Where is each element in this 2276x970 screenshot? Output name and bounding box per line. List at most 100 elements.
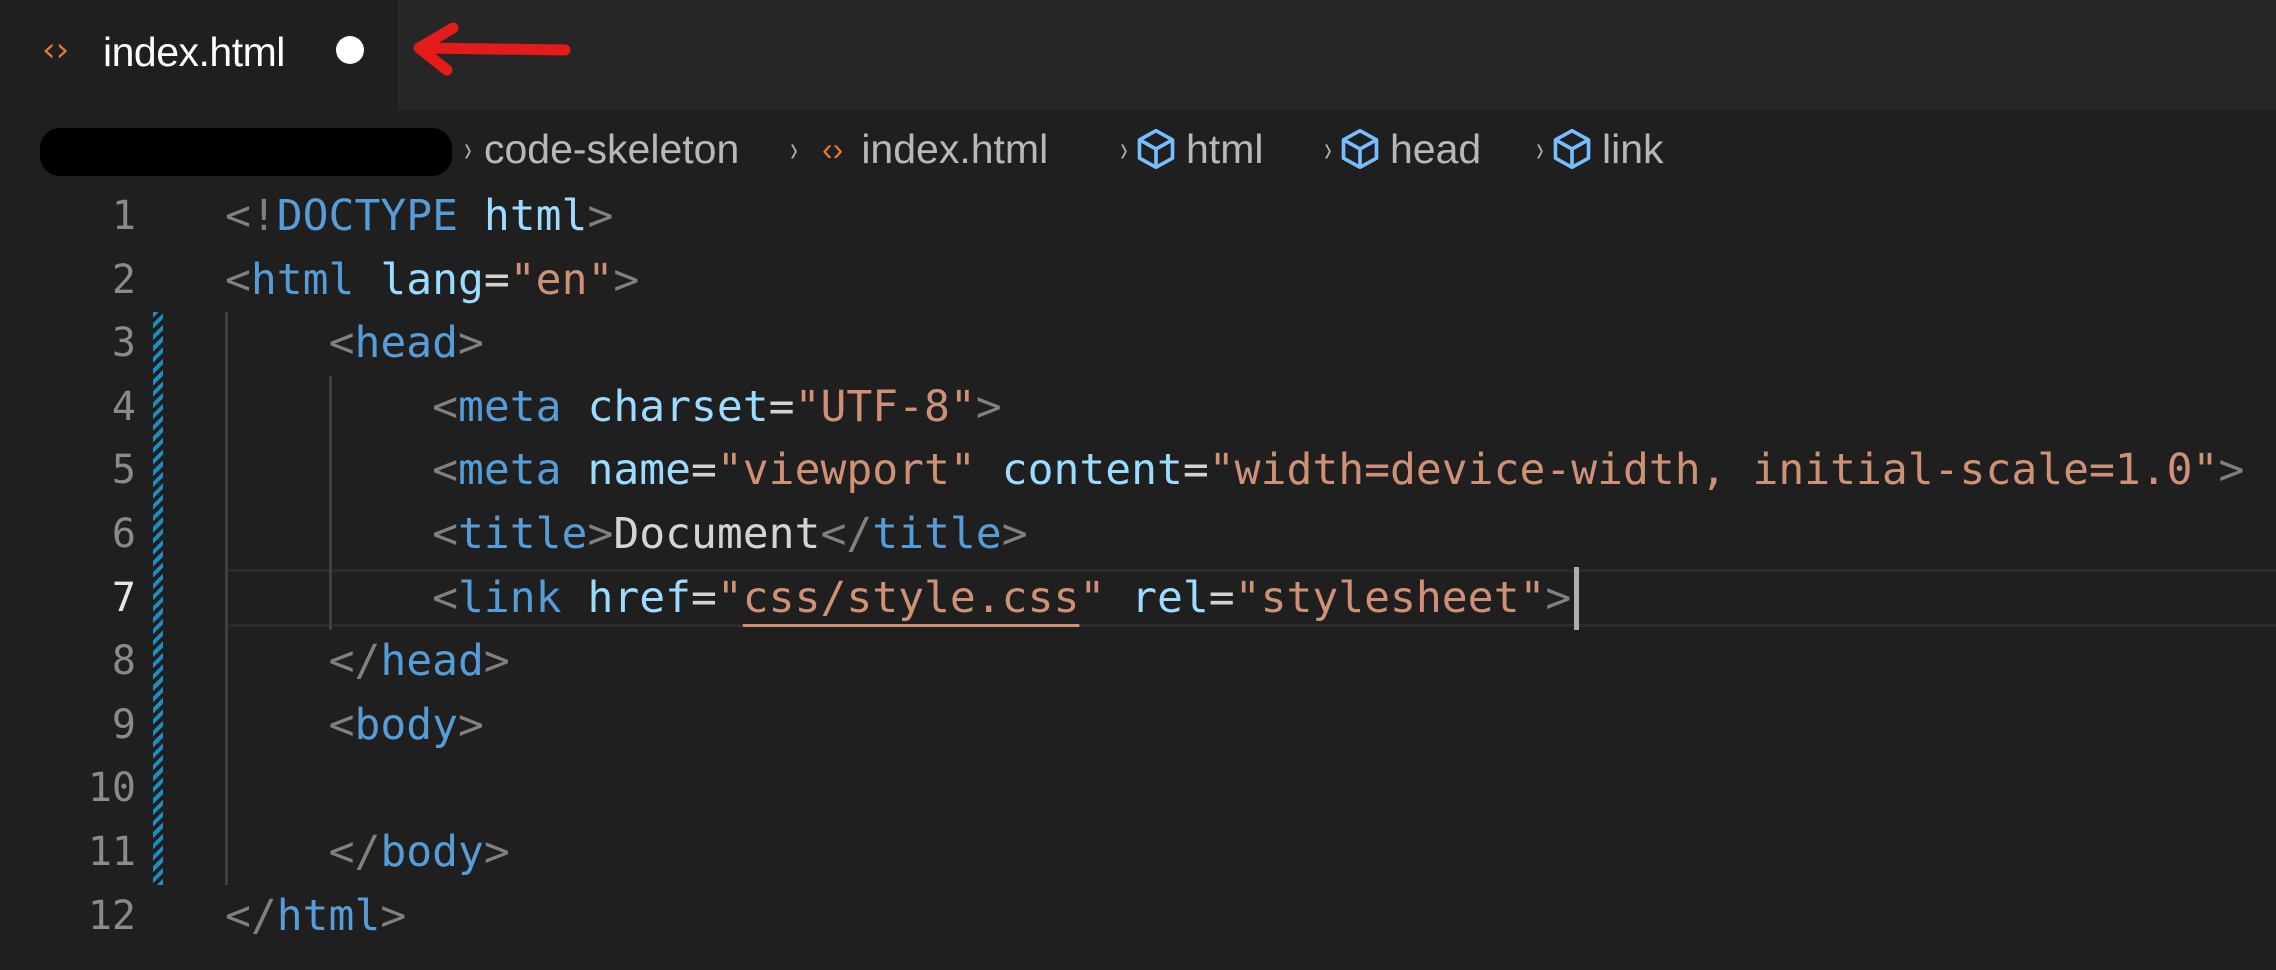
code-token: < (432, 381, 458, 432)
code-token: "en" (509, 254, 614, 305)
code-token: > (380, 890, 407, 941)
breadcrumb-item-folder[interactable]: › code-skeleton (462, 118, 739, 180)
symbol-cube-icon (1553, 128, 1591, 170)
code-token: > (1545, 572, 1572, 623)
code-line[interactable]: <link href="css/style.css" rel="styleshe… (225, 567, 1571, 631)
code-token: html (250, 254, 355, 305)
red-arrow-annotation (413, 22, 571, 76)
code-token: " (716, 572, 743, 623)
code-token: body (354, 699, 459, 750)
code-line[interactable]: <title>Document</title> (225, 503, 1028, 567)
code-token: "UTF-8" (794, 381, 976, 432)
code-token: "viewport" (716, 445, 976, 496)
added-lines-indicator[interactable] (153, 312, 163, 885)
symbol-cube-icon (1341, 128, 1379, 170)
chevron-right-icon: › (1324, 128, 1332, 169)
breadcrumb-item-link[interactable]: › link (1534, 118, 1664, 180)
code-token: head (354, 318, 459, 369)
code-token: <! (225, 191, 277, 241)
chevron-right-icon: › (1120, 128, 1128, 169)
code-token: </ (820, 509, 873, 559)
code-token: content (1001, 445, 1183, 496)
code-token: href (587, 572, 692, 623)
line-number: 2 (111, 256, 136, 303)
chevron-right-icon: › (1536, 128, 1544, 169)
code-token: > (2218, 445, 2245, 496)
line-number: 11 (87, 829, 136, 875)
code-token: DOCTYPE (276, 191, 458, 241)
code-token: < (328, 318, 355, 369)
code-token: "width=device-width, initial-scale=1.0" (1208, 445, 2219, 496)
breadcrumb-item-html[interactable]: › html (1118, 118, 1263, 180)
text-cursor (1573, 566, 1579, 631)
code-token: > (587, 191, 614, 241)
code-line[interactable]: <meta charset="UTF-8"> (225, 376, 1002, 440)
code-token: = (1182, 445, 1209, 496)
code-token: > (483, 636, 510, 687)
code-brackets-icon: ‹› (42, 30, 70, 70)
code-token: html (276, 890, 381, 941)
code-token: head (380, 636, 484, 687)
chevron-right-icon: › (790, 128, 798, 169)
code-token: = (691, 572, 717, 623)
code-token: > (458, 318, 484, 369)
breadcrumb-item-head[interactable]: › head (1322, 118, 1481, 180)
code-token: > (1001, 509, 1028, 559)
breadcrumb-label: code-skeleton (484, 125, 740, 172)
code-token: = (691, 445, 717, 496)
code-line[interactable]: <head> (225, 312, 484, 376)
code-line[interactable]: <!DOCTYPE html> (225, 185, 613, 249)
code-token: < (432, 445, 458, 496)
code-line[interactable]: <html lang="en"> (225, 249, 639, 313)
code-line[interactable]: </body> (225, 821, 510, 885)
code-line[interactable]: </head> (225, 630, 510, 694)
breadcrumb-label: index.html (861, 125, 1049, 172)
breadcrumb-label: head (1390, 125, 1482, 172)
code-token: title (458, 509, 588, 559)
code-token: meta (458, 381, 562, 432)
code-token: rel (1131, 572, 1209, 623)
code-token: meta (458, 445, 562, 496)
breadcrumb-label: html (1186, 125, 1264, 172)
line-number: 10 (87, 765, 136, 812)
line-number: 8 (111, 638, 136, 685)
tab-label: index.html (103, 29, 285, 75)
unsaved-indicator[interactable] (336, 36, 364, 64)
symbol-cube-icon (1137, 128, 1175, 170)
code-line[interactable]: <body> (225, 694, 484, 758)
code-token: > (458, 699, 484, 750)
tab-index-html[interactable]: ‹› index.html (0, 0, 398, 110)
code-token: < (328, 699, 355, 750)
breadcrumb-item-file[interactable]: › ‹› index.html (788, 118, 1048, 180)
line-number: 5 (111, 447, 136, 494)
code-line[interactable]: <meta name="viewport" content="width=dev… (225, 439, 2244, 503)
code-line[interactable]: </html> (225, 885, 406, 949)
code-token: link (458, 572, 562, 623)
line-number: 12 (87, 892, 136, 939)
code-token: < (432, 509, 458, 559)
line-number: 9 (111, 701, 136, 748)
line-number: 4 (111, 383, 136, 430)
code-token: html (483, 191, 588, 241)
code-token: " (1079, 572, 1106, 623)
code-token: "stylesheet" (1234, 572, 1546, 623)
redacted-breadcrumb-segment (40, 128, 452, 176)
code-brackets-icon: ‹› (822, 130, 844, 167)
code-editor[interactable]: 1 <!DOCTYPE html> 2 <html lang="en"> 3 <head… (0, 185, 2276, 970)
code-token: = (483, 254, 510, 305)
code-token: > (613, 254, 640, 305)
code-token: </ (328, 636, 381, 687)
tab-bar: ‹› index.html (0, 0, 2276, 110)
code-token: > (483, 827, 510, 877)
code-token: name (587, 445, 692, 496)
breadcrumb-label: link (1602, 125, 1664, 172)
code-token: title (872, 509, 1002, 559)
